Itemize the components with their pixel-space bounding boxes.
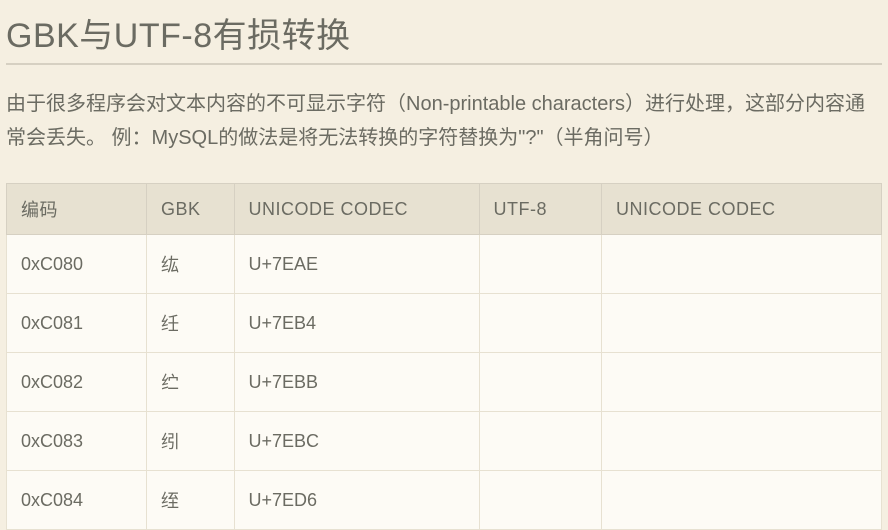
cell-unicode1: U+7EBC [234,412,479,471]
col-header-code: 编码 [7,184,147,235]
col-header-gbk: GBK [147,184,235,235]
cell-utf8 [479,471,602,530]
cell-unicode2 [602,294,882,353]
cell-gbk: 纼 [147,412,235,471]
cell-code: 0xC084 [7,471,147,530]
cell-utf8 [479,294,602,353]
cell-utf8 [479,353,602,412]
cell-gbk: 绖 [147,471,235,530]
col-header-unicode1: UNICODE CODEC [234,184,479,235]
cell-code: 0xC082 [7,353,147,412]
cell-unicode2 [602,353,882,412]
cell-unicode2 [602,235,882,294]
table-row: 0xC082 纻 U+7EBB [7,353,882,412]
col-header-unicode2: UNICODE CODEC [602,184,882,235]
cell-gbk: 纮 [147,235,235,294]
cell-unicode2 [602,412,882,471]
cell-unicode2 [602,471,882,530]
page-title: GBK与UTF-8有损转换 [6,8,882,65]
cell-unicode1: U+7EB4 [234,294,479,353]
cell-unicode1: U+7ED6 [234,471,479,530]
cell-unicode1: U+7EBB [234,353,479,412]
description-paragraph: 由于很多程序会对文本内容的不可显示字符（Non-printable charac… [6,87,882,155]
cell-unicode1: U+7EAE [234,235,479,294]
cell-code: 0xC080 [7,235,147,294]
col-header-utf8: UTF-8 [479,184,602,235]
table-row: 0xC084 绖 U+7ED6 [7,471,882,530]
cell-utf8 [479,412,602,471]
table-header-row: 编码 GBK UNICODE CODEC UTF-8 UNICODE CODEC [7,184,882,235]
encoding-table: 编码 GBK UNICODE CODEC UTF-8 UNICODE CODEC… [6,183,882,530]
cell-code: 0xC083 [7,412,147,471]
cell-utf8 [479,235,602,294]
table-row: 0xC080 纮 U+7EAE [7,235,882,294]
table-row: 0xC081 纴 U+7EB4 [7,294,882,353]
document-page: GBK与UTF-8有损转换 由于很多程序会对文本内容的不可显示字符（Non-pr… [0,0,888,530]
cell-gbk: 纻 [147,353,235,412]
cell-code: 0xC081 [7,294,147,353]
cell-gbk: 纴 [147,294,235,353]
table-row: 0xC083 纼 U+7EBC [7,412,882,471]
